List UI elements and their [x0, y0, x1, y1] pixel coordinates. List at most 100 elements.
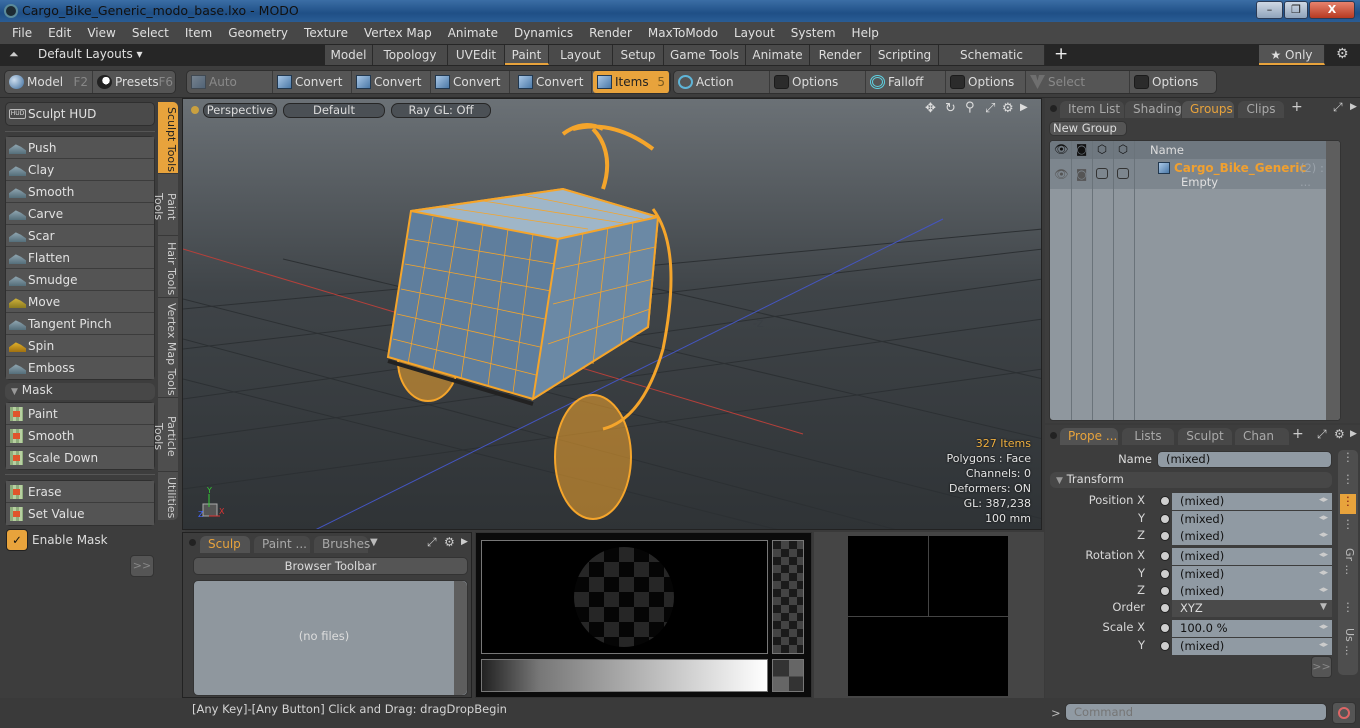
animate-dot-icon[interactable]: [1160, 496, 1170, 506]
new-group-button[interactable]: New Group: [1049, 121, 1127, 136]
presets-button[interactable]: Presets F6: [93, 71, 177, 93]
property-value-field[interactable]: (mixed): [1172, 548, 1332, 565]
tab-setup[interactable]: Setup: [613, 45, 664, 65]
tab-scripting[interactable]: Scripting: [871, 45, 939, 65]
tool-push[interactable]: Push: [6, 137, 154, 159]
more-arrow-icon[interactable]: ▶: [1020, 102, 1028, 113]
menu-maxtomodo[interactable]: MaxToModo: [640, 26, 726, 40]
animate-dot-icon[interactable]: [1160, 623, 1170, 633]
tab-render[interactable]: Render: [810, 45, 871, 65]
tab-groups[interactable]: Groups: [1182, 101, 1234, 118]
tool-emboss[interactable]: Emboss: [6, 357, 154, 379]
maximize-icon[interactable]: ⤢: [985, 101, 995, 116]
tab-paint[interactable]: Paint: [505, 45, 549, 65]
tabs-dropdown-icon[interactable]: ▼: [370, 537, 378, 548]
tab-channels[interactable]: Chan ...: [1235, 428, 1289, 460]
action-center-button[interactable]: Action Center: [674, 71, 770, 111]
mask-tool-paint[interactable]: Paint: [6, 403, 154, 425]
raygl-button[interactable]: Ray GL: Off: [391, 103, 491, 118]
mask-tool-set-value[interactable]: Set Value: [6, 503, 154, 525]
property-value-field[interactable]: 100.0 %: [1172, 620, 1332, 637]
only-toggle[interactable]: ★ Only: [1259, 45, 1325, 65]
tool-clay[interactable]: Clay: [6, 159, 154, 181]
items-button[interactable]: Items 5: [593, 71, 670, 93]
minimize-button[interactable]: –: [1256, 1, 1283, 19]
chevron-down-icon[interactable]: ▼: [1320, 602, 1327, 612]
vtab-vertex-map-tools[interactable]: Vertex Map Tools: [158, 298, 178, 398]
tool-flatten[interactable]: Flatten: [6, 247, 154, 269]
rotate-icon[interactable]: ↻: [945, 101, 956, 116]
maximize-icon[interactable]: ⤢: [427, 535, 437, 550]
lock-cube-icon[interactable]: ⬡: [1097, 142, 1107, 156]
menu-item[interactable]: Item: [177, 26, 220, 40]
shading-button[interactable]: Default: [283, 103, 385, 118]
tab-clips[interactable]: Clips: [1238, 101, 1284, 118]
tab-uvedit[interactable]: UVEdit: [448, 45, 505, 65]
tool-smudge[interactable]: Smudge: [6, 269, 154, 291]
convert-vertices-button[interactable]: Convert: [273, 71, 352, 93]
menu-texture[interactable]: Texture: [296, 26, 356, 40]
menu-file[interactable]: File: [4, 26, 40, 40]
menu-vertex-map[interactable]: Vertex Map: [356, 26, 440, 40]
tool-spin[interactable]: Spin: [6, 335, 154, 357]
menu-view[interactable]: View: [79, 26, 123, 40]
side-tab-4[interactable]: ⋮: [1338, 517, 1358, 537]
side-tab-2[interactable]: ⋮: [1338, 472, 1358, 492]
animate-dot-icon[interactable]: [1160, 514, 1170, 524]
tool-tangent-pinch[interactable]: Tangent Pinch: [6, 313, 154, 335]
side-tab-groups[interactable]: Gr ...: [1340, 548, 1356, 594]
vtab-hair-tools[interactable]: Hair Tools: [158, 236, 178, 298]
property-value-field[interactable]: (mixed): [1172, 566, 1332, 583]
sculpt-hud-button[interactable]: HUD Sculpt HUD: [6, 103, 154, 125]
property-value-field[interactable]: (mixed): [1172, 638, 1332, 655]
more-arrow-icon[interactable]: ▶: [1350, 102, 1357, 112]
3d-viewport[interactable]: -Z Y X Z Perspective Default Ray GL: Off…: [182, 98, 1042, 530]
property-value-field[interactable]: (mixed): [1172, 511, 1332, 528]
select-through-button[interactable]: Select Through: [1026, 71, 1130, 111]
menu-layout[interactable]: Layout: [726, 26, 783, 40]
animate-dot-icon[interactable]: [1160, 641, 1170, 651]
animate-dot-icon[interactable]: [1160, 569, 1170, 579]
drag-arrows-icon[interactable]: ◂▸: [1319, 495, 1328, 505]
menu-animate[interactable]: Animate: [440, 26, 506, 40]
menu-help[interactable]: Help: [844, 26, 887, 40]
pan-icon[interactable]: ✥: [925, 101, 936, 116]
zoom-icon[interactable]: ⚲: [965, 100, 975, 115]
property-value-field[interactable]: (mixed): [1172, 583, 1332, 600]
tab-topology[interactable]: Topology: [373, 45, 448, 65]
menu-system[interactable]: System: [783, 26, 844, 40]
drag-arrows-icon[interactable]: ◂▸: [1319, 568, 1328, 578]
mask-tool-erase[interactable]: Erase: [6, 481, 154, 503]
mask-section-header[interactable]: ▼ Mask: [5, 383, 155, 400]
scrollbar[interactable]: [454, 581, 467, 695]
drag-arrows-icon[interactable]: ◂▸: [1319, 585, 1328, 595]
name-column-header[interactable]: Name: [1150, 143, 1184, 157]
auto-select-button[interactable]: Auto Select: [187, 71, 273, 111]
tab-paint-presets[interactable]: Paint ...: [254, 536, 310, 553]
animate-dot-icon[interactable]: [1160, 551, 1170, 561]
tab-model[interactable]: Model: [325, 45, 373, 65]
select-toggle[interactable]: [1117, 168, 1129, 179]
drag-arrows-icon[interactable]: ◂▸: [1319, 530, 1328, 540]
property-value-field[interactable]: (mixed): [1172, 493, 1332, 510]
tab-item-list[interactable]: Item List: [1060, 101, 1124, 118]
file-list[interactable]: (no files): [193, 580, 468, 696]
browser-toolbar-button[interactable]: Browser Toolbar: [193, 557, 468, 575]
drag-arrows-icon[interactable]: ◂▸: [1319, 550, 1328, 560]
gear-icon[interactable]: ⚙: [444, 535, 455, 549]
tool-scar[interactable]: Scar: [6, 225, 154, 247]
convert-edges-button[interactable]: Convert: [352, 71, 431, 93]
menu-render[interactable]: Render: [581, 26, 640, 40]
menu-edit[interactable]: Edit: [40, 26, 79, 40]
lock-toggle[interactable]: [1096, 168, 1108, 179]
tab-sculpt-presets[interactable]: Sculp ...: [200, 536, 250, 568]
side-tab-1[interactable]: ⋮: [1338, 450, 1358, 470]
visibility-eye-icon[interactable]: 👁: [1054, 142, 1069, 156]
enable-mask-checkbox[interactable]: ✓: [6, 529, 28, 551]
transform-section-header[interactable]: ▼ Transform: [1050, 472, 1332, 488]
side-tab-user[interactable]: Us ...: [1340, 628, 1356, 674]
group-row[interactable]: 👁 ◙ Cargo_Bike_Generic (2) : G ... Empty: [1050, 159, 1340, 189]
convert-materials-button[interactable]: Convert: [514, 71, 592, 93]
more-arrow-icon[interactable]: ▶: [461, 537, 468, 547]
gear-icon[interactable]: ⚙: [1336, 46, 1349, 62]
